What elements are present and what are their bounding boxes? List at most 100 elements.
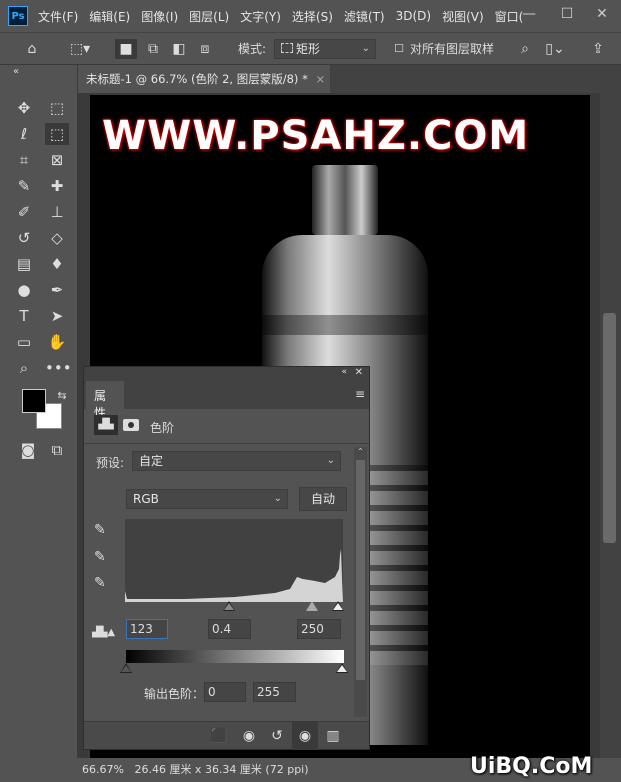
view-previous-icon[interactable]: ◉ (236, 722, 262, 750)
gray-eyedropper-icon[interactable]: ✎ (94, 549, 106, 565)
input-white-slider[interactable] (332, 601, 344, 611)
input-black-slider[interactable] (223, 601, 235, 611)
rectangle-tool-icon[interactable]: ▭ (12, 331, 36, 353)
search-icon[interactable]: ⌕ (515, 39, 535, 59)
close-window-button[interactable]: ✕ (583, 2, 621, 28)
frame-tool-icon[interactable]: ⊠ (45, 149, 69, 171)
white-eyedropper-icon[interactable]: ✎ (94, 575, 106, 591)
collapse-panel-icon[interactable]: « (341, 367, 347, 377)
history-brush-icon[interactable]: ↺ (12, 227, 36, 249)
panel-footer: ⬛ ◉ ↺ ◉ ▥ (84, 721, 369, 750)
panel-scroll-thumb[interactable] (356, 460, 365, 680)
workspace-icon[interactable]: ▯⌄ (540, 39, 570, 59)
output-white-field[interactable]: 255 (253, 682, 296, 702)
menu-bar: Ps 文件(F) 编辑(E) 图像(I) 图层(L) 文字(Y) 选择(S) 滤… (0, 0, 621, 32)
sample-all-label: 对所有图层取样 (410, 42, 495, 56)
panel-scrollbar[interactable]: ⌃ (354, 447, 367, 717)
zoom-tool-icon[interactable]: ⌕ (12, 357, 36, 379)
add-selection-icon[interactable]: ⧉ (142, 39, 164, 59)
options-bar: ⌂ ⬚▾ ■ ⧉ ◧ ⧈ 模式: 矩形 ⌄ ☐ 对所有图层取样 ⌕ ▯⌄ ⇪ (0, 32, 621, 65)
output-white-slider[interactable] (336, 663, 348, 673)
input-black-field[interactable]: 123 (126, 619, 168, 639)
histogram (125, 519, 343, 602)
vertical-scrollbar[interactable] (600, 93, 621, 758)
menu-select[interactable]: 选择(S) (292, 8, 333, 25)
visibility-icon[interactable]: ◉ (292, 722, 318, 750)
path-select-icon[interactable]: ➤ (45, 305, 69, 327)
auto-button[interactable]: 自动 (299, 487, 347, 511)
pen-tool-icon[interactable]: ✒ (45, 279, 69, 301)
input-white-field[interactable]: 250 (297, 619, 341, 639)
mode-select[interactable]: 矩形 ⌄ (274, 39, 376, 59)
sample-all-checkbox[interactable]: ☐ (393, 39, 405, 59)
document-tab[interactable]: 未标题-1 @ 66.7% (色阶 2, 图层蒙版/8) * × (78, 65, 330, 93)
screen-mode-icon[interactable]: ⧉ (45, 439, 69, 461)
menu-image[interactable]: 图像(I) (141, 8, 178, 25)
clip-to-layer-icon[interactable]: ⬛ (206, 722, 232, 750)
crop-tool-icon[interactable]: ⌗ (12, 149, 36, 171)
dodge-tool-icon[interactable]: ● (12, 279, 36, 301)
maximize-button[interactable]: ☐ (548, 2, 586, 28)
output-black-field[interactable]: 0 (204, 682, 246, 702)
photoshop-logo: Ps (8, 6, 28, 26)
output-black-slider[interactable] (120, 663, 132, 673)
zoom-level[interactable]: 66.67% (82, 763, 124, 776)
document-tab-bar: 未标题-1 @ 66.7% (色阶 2, 图层蒙版/8) * × (78, 65, 621, 93)
menu-file[interactable]: 文件(F) (38, 8, 78, 25)
lasso-tool-icon[interactable]: ℓ (12, 123, 36, 145)
mask-icon[interactable] (123, 419, 139, 431)
more-tools-icon[interactable]: ••• (45, 357, 72, 379)
menu-filter[interactable]: 滤镜(T) (344, 8, 385, 25)
menu-edit[interactable]: 编辑(E) (89, 8, 130, 25)
close-panel-icon[interactable]: ✕ (355, 367, 363, 378)
menu-type[interactable]: 文字(Y) (240, 8, 281, 25)
document-info: 26.46 厘米 x 36.34 厘米 (72 ppi) (134, 763, 309, 776)
new-selection-icon[interactable]: ■ (115, 39, 137, 59)
gradient-tool-icon[interactable]: ▤ (12, 253, 36, 275)
panel-menu-icon[interactable]: ≡ (355, 387, 365, 401)
watermark-text: WWW.PSAHZ.COM (102, 113, 530, 159)
brush-tool-icon[interactable]: ✐ (12, 201, 36, 223)
collapse-icon[interactable]: « (4, 65, 28, 79)
home-icon[interactable]: ⌂ (20, 39, 44, 59)
blur-tool-icon[interactable]: ♦ (45, 253, 69, 275)
type-tool-icon[interactable]: T (12, 305, 36, 327)
mode-label: 模式: (238, 42, 267, 56)
move-tool-icon[interactable]: ✥ (12, 97, 36, 119)
input-gamma-field[interactable]: 0.4 (208, 619, 251, 639)
eraser-tool-icon[interactable]: ◇ (45, 227, 69, 249)
corner-watermark: UiBQ.CoM (470, 754, 593, 779)
foreground-color-swatch[interactable] (22, 389, 46, 413)
reset-icon[interactable]: ↺ (264, 722, 290, 750)
minimize-button[interactable]: — (510, 2, 548, 28)
input-gamma-slider[interactable] (306, 601, 318, 611)
hand-tool-icon[interactable]: ✋ (45, 331, 69, 353)
share-icon[interactable]: ⇪ (588, 39, 608, 59)
menu-view[interactable]: 视图(V) (442, 8, 484, 25)
output-levels-label: 输出色阶： (144, 687, 205, 701)
menu-3d[interactable]: 3D(D) (396, 9, 431, 23)
eyedropper-tool-icon[interactable]: ✎ (12, 175, 36, 197)
tools-panel: « ✥ ⬚ ℓ ⬚ ⌗ ⊠ ✎ ✚ ✐ ⊥ ↺ ◇ ▤ ♦ ● ✒ T ➤ ▭ … (0, 65, 78, 758)
object-select-tool-icon[interactable]: ⬚▾ (62, 39, 98, 59)
stamp-tool-icon[interactable]: ⊥ (45, 201, 69, 223)
clipping-warning-icon[interactable]: ▟▙▲ (92, 627, 115, 638)
black-eyedropper-icon[interactable]: ✎ (94, 522, 106, 538)
output-gradient (126, 650, 344, 663)
healing-tool-icon[interactable]: ✚ (45, 175, 69, 197)
intersect-selection-icon[interactable]: ⧈ (194, 39, 216, 59)
preset-select[interactable]: 自定 ⌄ (132, 451, 341, 471)
swap-colors-icon[interactable]: ⇆ (50, 385, 74, 407)
tab-properties[interactable]: 属性 (86, 381, 124, 420)
object-select-tool-icon[interactable]: ⬚ (45, 123, 69, 145)
close-tab-icon[interactable]: × (315, 72, 325, 86)
levels-icon: ▟▙ (94, 415, 118, 435)
scroll-thumb[interactable] (603, 313, 616, 543)
panel-header[interactable]: « ✕ (84, 367, 369, 381)
subtract-selection-icon[interactable]: ◧ (168, 39, 190, 59)
delete-icon[interactable]: ▥ (320, 722, 346, 750)
marquee-tool-icon[interactable]: ⬚ (45, 97, 69, 119)
channel-select[interactable]: RGB ⌄ (126, 489, 288, 509)
menu-layer[interactable]: 图层(L) (189, 8, 229, 25)
quick-mask-icon[interactable]: ◙ (16, 439, 40, 461)
